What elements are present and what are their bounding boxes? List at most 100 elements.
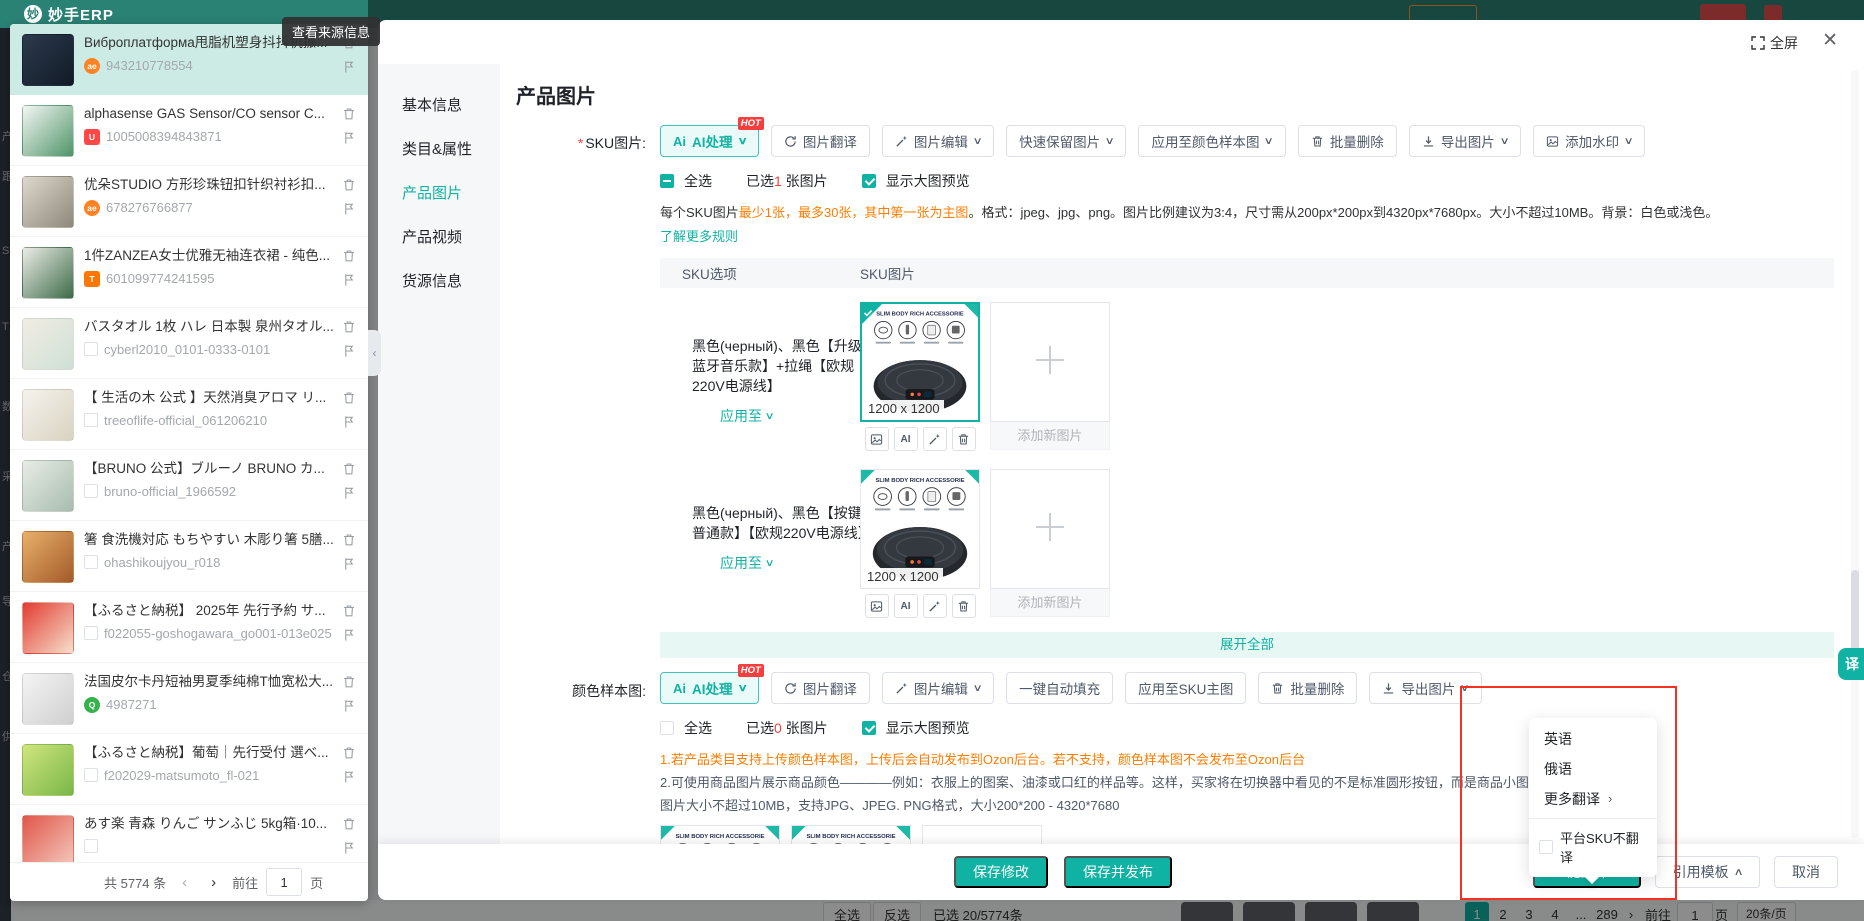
image-translate-button[interactable]: 图片翻译 <box>771 125 870 157</box>
product-checkbox[interactable] <box>84 413 98 427</box>
preview-checkbox[interactable] <box>862 174 876 188</box>
more-rules-link[interactable]: 了解更多规则 <box>660 226 738 245</box>
flag-icon[interactable] <box>343 202 356 216</box>
export-images-button[interactable]: 导出图片∨ <box>1409 125 1521 157</box>
sku-no-translate-checkbox[interactable] <box>1539 840 1553 854</box>
product-list-item[interactable]: 1件ZANZEA女士优雅无袖连衣裙 - 纯色...T60109977424159… <box>10 237 368 308</box>
menu-item-language[interactable]: 俄语 <box>1529 754 1657 784</box>
apply-to-color-sample-button[interactable]: 应用至颜色样本图∨ <box>1138 125 1285 157</box>
product-list-item[interactable]: 法国皮尔卡丹短袖男夏季纯棉T恤宽松大...Q4987271 <box>10 663 368 734</box>
tab-product-images[interactable]: 产品图片 <box>378 172 500 216</box>
flag-icon[interactable] <box>343 841 356 855</box>
magic-edit-button[interactable] <box>923 594 947 618</box>
menu-item-no-sku-translate[interactable]: 平台SKU不翻译 <box>1529 819 1657 877</box>
product-list-item[interactable]: 优朵STUDIO 方形珍珠钮扣针织衬衫扣...ae678276766877 <box>10 166 368 237</box>
product-list-item[interactable]: 【BRUNO 公式】ブルーノ BRUNO カ...bruno-official_… <box>10 450 368 521</box>
ai-edit-button[interactable]: AI <box>894 594 918 618</box>
use-template-button[interactable]: 引用模板∧ <box>1655 856 1760 888</box>
select-all-checkbox[interactable] <box>660 721 674 735</box>
add-image-card[interactable]: 添加新图片 <box>990 469 1110 617</box>
product-checkbox[interactable] <box>84 768 98 782</box>
delete-image-button[interactable] <box>952 594 976 618</box>
add-image-card[interactable] <box>922 825 1042 844</box>
save-and-publish-button[interactable]: 保存并发布 <box>1064 856 1172 888</box>
auto-fill-button[interactable]: 一键自动填充 <box>1006 672 1113 704</box>
save-changes-button[interactable]: 保存修改 <box>954 856 1048 888</box>
replace-image-button[interactable] <box>865 427 889 451</box>
image-edit-button[interactable]: 图片编辑∨ <box>882 125 994 157</box>
color-sample-image-card[interactable]: SLIM BODY RICH ACCESSORIE <box>791 825 911 844</box>
menu-item-language[interactable]: 英语 <box>1529 724 1657 754</box>
apply-to-link[interactable]: 应用至 ∨ <box>720 553 773 573</box>
product-checkbox[interactable] <box>84 342 98 356</box>
menu-item-more-translate[interactable]: 更多翻译› <box>1529 784 1657 814</box>
product-checkbox[interactable] <box>84 839 98 853</box>
add-image-card[interactable]: 添加新图片 <box>990 302 1110 450</box>
image-edit-button[interactable]: 图片编辑∨ <box>882 672 994 704</box>
batch-delete-button[interactable]: 批量删除 <box>1298 125 1397 157</box>
flag-icon[interactable] <box>343 628 356 642</box>
replace-image-button[interactable] <box>865 594 889 618</box>
tab-category-attrs[interactable]: 类目&属性 <box>378 128 500 172</box>
page-input[interactable] <box>266 868 302 896</box>
magic-edit-button[interactable] <box>923 427 947 451</box>
batch-delete-button[interactable]: 批量删除 <box>1258 672 1357 704</box>
color-sample-image-card[interactable]: SLIM BODY RICH ACCESSORIE <box>660 825 780 844</box>
delete-icon[interactable] <box>342 462 356 476</box>
fullscreen-button[interactable]: 全屏 <box>1751 33 1798 53</box>
flag-icon[interactable] <box>343 699 356 713</box>
expand-all-link[interactable]: 展开全部 <box>660 632 1834 658</box>
next-page-icon[interactable]: › <box>203 874 224 891</box>
sku-image-card[interactable]: SLIM BODY RICH ACCESSORIE1200 x 1200 <box>860 302 980 422</box>
add-watermark-button[interactable]: 添加水印∨ <box>1533 125 1645 157</box>
ai-process-button[interactable]: AiAI处理∨HOT <box>660 125 759 157</box>
tab-product-video[interactable]: 产品视频 <box>378 216 500 260</box>
delete-icon[interactable] <box>342 249 356 263</box>
modal-scrollbar-track[interactable] <box>1851 70 1859 838</box>
sku-image-card[interactable]: SLIM BODY RICH ACCESSORIE1200 x 1200 <box>860 469 980 589</box>
delete-icon[interactable] <box>342 675 356 689</box>
apply-to-link[interactable]: 应用至 ∨ <box>720 406 773 426</box>
delete-icon[interactable] <box>342 746 356 760</box>
tab-source-info[interactable]: 货源信息 <box>378 260 500 304</box>
product-list-item[interactable]: 【 生活の木 公式 】天然消臭アロマ リ...treeoflife-offici… <box>10 379 368 450</box>
image-translate-button[interactable]: 图片翻译 <box>771 672 870 704</box>
tab-basic-info[interactable]: 基本信息 <box>378 84 500 128</box>
product-list-item[interactable]: 【ふるさと納税】 2025年 先行予約 サ...f022055-goshogaw… <box>10 592 368 663</box>
delete-icon[interactable] <box>342 391 356 405</box>
select-all-checkbox[interactable] <box>660 174 674 188</box>
delete-icon[interactable] <box>342 107 356 121</box>
delete-icon[interactable] <box>342 817 356 831</box>
flag-icon[interactable] <box>343 60 356 74</box>
prev-page-icon[interactable]: ‹ <box>174 874 195 891</box>
delete-icon[interactable] <box>342 320 356 334</box>
delete-icon[interactable] <box>342 533 356 547</box>
flag-icon[interactable] <box>343 415 356 429</box>
export-images-button[interactable]: 导出图片∨ <box>1369 672 1481 704</box>
delete-icon[interactable] <box>342 178 356 192</box>
floating-translate-button[interactable]: 译 <box>1838 648 1864 680</box>
flag-icon[interactable] <box>343 770 356 784</box>
preview-checkbox[interactable] <box>862 721 876 735</box>
flag-icon[interactable] <box>343 273 356 287</box>
cancel-button[interactable]: 取消 <box>1774 856 1838 888</box>
quick-keep-images-button[interactable]: 快速保留图片∨ <box>1006 125 1126 157</box>
close-icon[interactable]: ✕ <box>1822 30 1838 52</box>
product-checkbox[interactable] <box>84 484 98 498</box>
flag-icon[interactable] <box>343 344 356 358</box>
ai-edit-button[interactable]: AI <box>894 427 918 451</box>
apply-to-sku-main-button[interactable]: 应用至SKU主图 <box>1125 672 1246 704</box>
product-list-item[interactable]: 【ふるさと納税】葡萄｜先行受付 選べ...f202029-matsumoto_f… <box>10 734 368 805</box>
product-list-item[interactable]: バスタオル 1枚 ハレ 日本製 泉州タオル...cyberl2010_0101-… <box>10 308 368 379</box>
product-checkbox[interactable] <box>84 555 98 569</box>
flag-icon[interactable] <box>343 131 356 145</box>
ai-process-button[interactable]: AiAI处理∨HOT <box>660 672 759 704</box>
product-list-item[interactable]: あす楽 青森 りんご サンふじ 5kg箱·10... <box>10 805 368 862</box>
product-list-item[interactable]: alphasense GAS Sensor/CO sensor C...U100… <box>10 95 368 166</box>
product-list-item[interactable]: 箸 食洗機対応 もちやすい 木彫り箸 5膳...ohashikoujyou_r0… <box>10 521 368 592</box>
product-checkbox[interactable] <box>84 626 98 640</box>
flag-icon[interactable] <box>343 557 356 571</box>
delete-icon[interactable] <box>342 604 356 618</box>
flag-icon[interactable] <box>343 486 356 500</box>
drawer-collapse-handle[interactable]: ‹ <box>368 330 381 376</box>
